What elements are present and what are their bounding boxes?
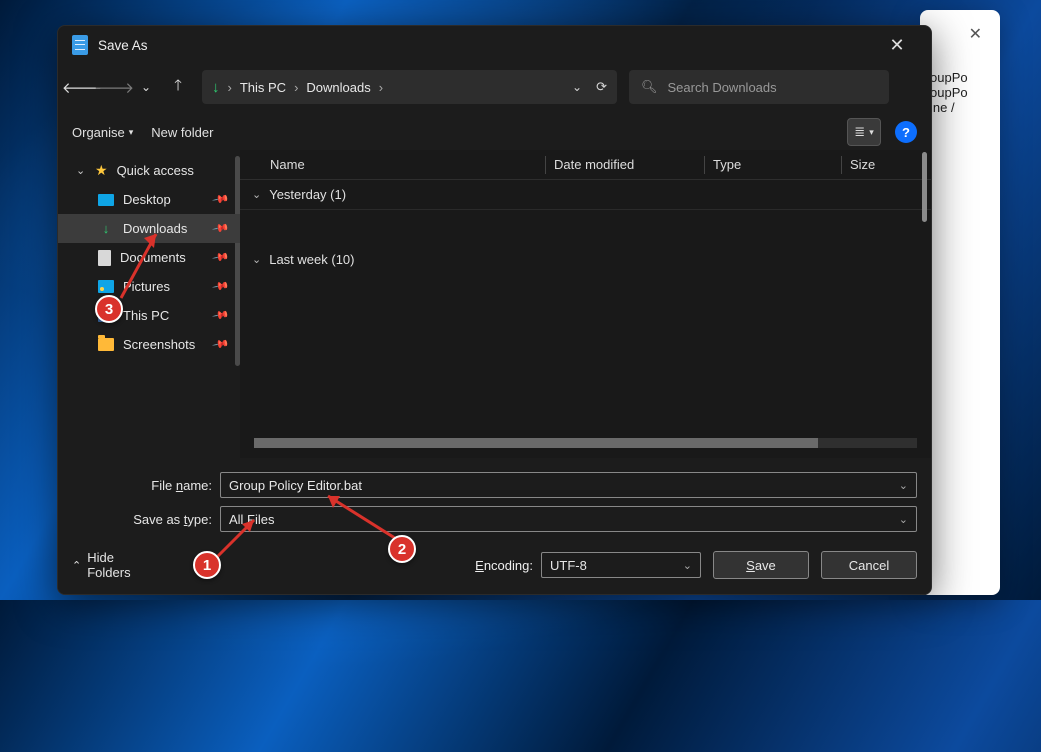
pin-icon: 📌 bbox=[212, 335, 231, 354]
documents-icon bbox=[98, 250, 111, 266]
annotation-marker-3: 3 bbox=[95, 295, 123, 323]
breadcrumb-folder[interactable]: Downloads bbox=[306, 80, 370, 95]
search-box[interactable]: 🔍︎ Search Downloads bbox=[629, 70, 889, 104]
group-label: Last week (10) bbox=[269, 252, 354, 267]
dialog-title: Save As bbox=[98, 38, 148, 53]
chevron-right-icon: › bbox=[379, 80, 383, 95]
save-button[interactable]: Save bbox=[713, 551, 809, 579]
notepad-app-icon bbox=[72, 35, 88, 55]
chevron-up-icon: ⌃ bbox=[72, 559, 81, 572]
chevron-right-icon: › bbox=[294, 80, 298, 95]
pin-icon: 📌 bbox=[212, 248, 231, 267]
sidebar-item-label: This PC bbox=[123, 308, 169, 323]
encoding-label: Encoding: bbox=[475, 558, 533, 573]
pin-icon: 📌 bbox=[212, 306, 231, 325]
group-label: Yesterday (1) bbox=[269, 187, 346, 202]
sidebar-item-label: Screenshots bbox=[123, 337, 195, 352]
group-last-week[interactable]: ⌄ Last week (10) bbox=[240, 244, 931, 274]
back-button[interactable]: 🡐 bbox=[68, 73, 96, 101]
address-dropdown-icon[interactable]: ⌄ bbox=[572, 80, 582, 94]
column-date[interactable]: Date modified bbox=[554, 157, 704, 172]
star-icon: ★ bbox=[95, 162, 108, 179]
hide-folders-toggle[interactable]: ⌃ Hide Folders bbox=[72, 550, 153, 580]
downloads-icon: ↓ bbox=[212, 79, 220, 96]
chevron-down-icon: ⌄ bbox=[252, 188, 261, 201]
pin-icon: 📌 bbox=[212, 219, 231, 238]
help-button[interactable]: ? bbox=[895, 121, 917, 143]
pin-icon: 📌 bbox=[212, 277, 231, 296]
annotation-arrow bbox=[212, 512, 272, 562]
sidebar-item-screenshots[interactable]: Screenshots 📌 bbox=[58, 330, 240, 359]
encoding-value: UTF-8 bbox=[550, 558, 587, 573]
search-icon: 🔍︎ bbox=[641, 79, 658, 95]
filename-label: File name: bbox=[72, 478, 220, 493]
chevron-down-icon: ⌄ bbox=[76, 164, 86, 177]
annotation-marker-1: 1 bbox=[193, 551, 221, 579]
sidebar-item-label: Desktop bbox=[123, 192, 171, 207]
column-name[interactable]: Name bbox=[270, 157, 545, 172]
annotation-arrow bbox=[116, 226, 176, 306]
address-bar[interactable]: ↓ › This PC › Downloads › ⌄ ⟳ bbox=[202, 70, 617, 104]
chevron-right-icon: › bbox=[228, 80, 232, 95]
vertical-scrollbar[interactable] bbox=[922, 152, 927, 222]
desktop-icon bbox=[98, 194, 114, 206]
chevron-down-icon: ⌄ bbox=[252, 253, 261, 266]
savetype-label: Save as type: bbox=[72, 512, 220, 527]
editor-text-line: ine / bbox=[930, 100, 1000, 115]
pin-icon: 📌 bbox=[212, 190, 231, 209]
nav-row: 🡐 🡒 ⌄ 🡑 ↓ › This PC › Downloads › ⌄ ⟳ 🔍︎… bbox=[58, 64, 931, 110]
encoding-select[interactable]: UTF-8 ⌄ bbox=[541, 552, 701, 578]
titlebar: Save As ✕ bbox=[58, 26, 931, 64]
organise-menu[interactable]: Organise ▾ bbox=[72, 125, 133, 140]
file-list-pane: Name Date modified Type Size ⌄ Yesterday… bbox=[240, 150, 931, 458]
forward-button[interactable]: 🡒 bbox=[100, 73, 128, 101]
toolbar: Organise ▾ New folder ≣▾ ? bbox=[58, 114, 931, 150]
editor-text-line: oupPo bbox=[930, 85, 1000, 100]
column-type[interactable]: Type bbox=[713, 157, 841, 172]
view-options-button[interactable]: ≣▾ bbox=[847, 118, 881, 146]
horizontal-scrollbar[interactable] bbox=[254, 436, 917, 450]
search-placeholder: Search Downloads bbox=[668, 80, 777, 95]
new-folder-button[interactable]: New folder bbox=[151, 125, 213, 140]
bottom-panel: File name: Group Policy Editor.bat ⌄ Sav… bbox=[58, 458, 931, 594]
group-yesterday[interactable]: ⌄ Yesterday (1) bbox=[240, 180, 931, 210]
column-size[interactable]: Size bbox=[850, 157, 875, 172]
sidebar-quick-access[interactable]: ⌄ ★ Quick access bbox=[58, 156, 240, 185]
sidebar-item-label: Quick access bbox=[117, 163, 194, 178]
pictures-icon bbox=[98, 280, 114, 293]
background-editor-window: ✕ oupPo oupPo ine / bbox=[920, 10, 1000, 595]
editor-text-line: oupPo bbox=[930, 70, 1000, 85]
column-headers: Name Date modified Type Size bbox=[240, 150, 931, 180]
dropdown-icon[interactable]: ⌄ bbox=[899, 479, 908, 492]
breadcrumb-root[interactable]: This PC bbox=[240, 80, 286, 95]
save-as-dialog: Save As ✕ 🡐 🡒 ⌄ 🡑 ↓ › This PC › Download… bbox=[57, 25, 932, 595]
cancel-button[interactable]: Cancel bbox=[821, 551, 917, 579]
recent-locations-button[interactable]: ⌄ bbox=[132, 73, 160, 101]
up-button[interactable]: 🡑 bbox=[164, 73, 192, 101]
refresh-icon[interactable]: ⟳ bbox=[596, 79, 607, 95]
dropdown-icon[interactable]: ⌄ bbox=[683, 559, 692, 572]
downloads-icon: ↓ bbox=[98, 222, 114, 236]
dropdown-icon[interactable]: ⌄ bbox=[899, 513, 908, 526]
sidebar-item-desktop[interactable]: Desktop 📌 bbox=[58, 185, 240, 214]
close-icon[interactable]: ✕ bbox=[969, 24, 982, 44]
annotation-marker-2: 2 bbox=[388, 535, 416, 563]
folder-icon bbox=[98, 338, 114, 351]
close-button[interactable]: ✕ bbox=[877, 35, 917, 56]
